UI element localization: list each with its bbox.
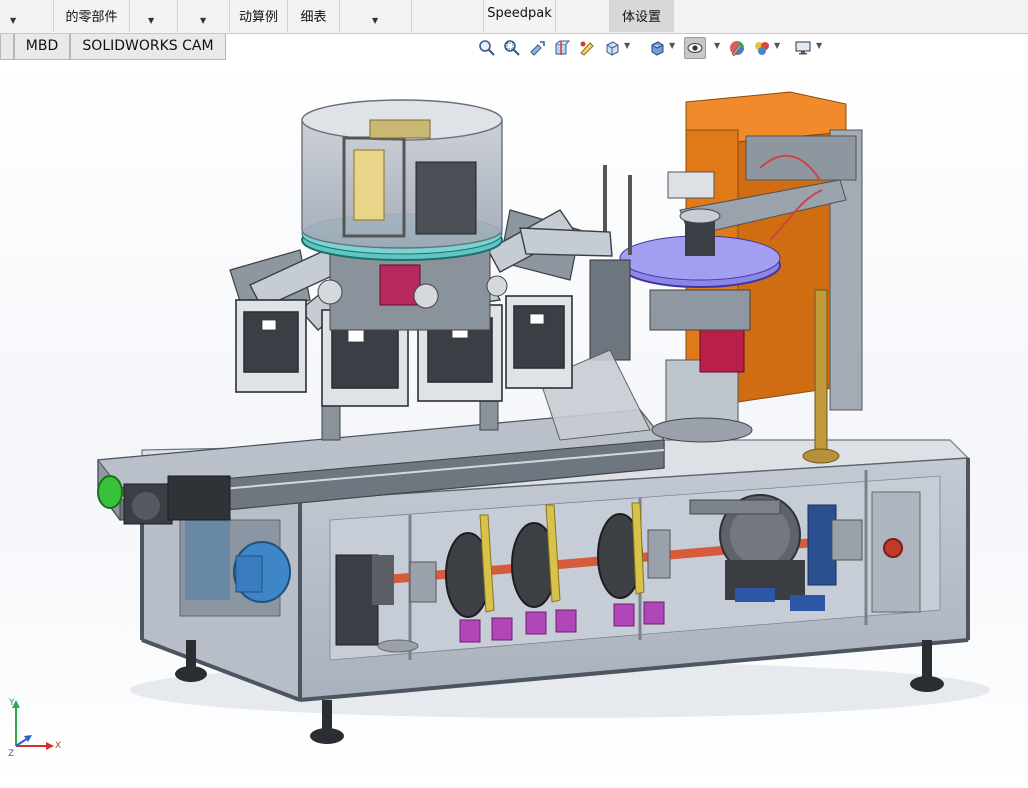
triad-y-label: Y [8, 698, 15, 708]
emergency-stop-button[interactable] [883, 538, 903, 558]
tab-label: MBD [25, 38, 59, 54]
ribbon-button-11[interactable]: 体设置 [610, 0, 674, 32]
ribbon-button-4[interactable]: ▼ [178, 0, 230, 32]
section-view-icon[interactable] [551, 37, 573, 59]
ribbon-button-3[interactable]: ▼ [130, 0, 178, 32]
ribbon-button-6[interactable]: 细表 [288, 0, 340, 32]
dynamic-annotation-view-icon[interactable] [576, 37, 598, 59]
command-manager-ribbon: ▼ 的零部件 ▼ ▼ 动算例 细表 ▼ Speedpak 体设置 [0, 0, 1028, 34]
ribbon-button-label: Speedpak [487, 6, 552, 21]
ribbon-dropdown-arrow[interactable]: ▼ [372, 16, 378, 25]
gearbox [335, 554, 379, 646]
tab-mbd[interactable]: MBD [14, 34, 70, 60]
view-orientation-icon[interactable] [601, 37, 623, 59]
tab-previous[interactable] [0, 34, 14, 60]
ribbon-button-1[interactable]: ▼ [0, 0, 54, 32]
triad-x-label: X [55, 741, 61, 751]
ribbon-dropdown-arrow[interactable]: ▼ [200, 16, 206, 25]
ribbon-button-5[interactable]: 动算例 [230, 0, 288, 32]
view-orientation-dropdown[interactable]: ▼ [624, 41, 630, 50]
view-settings-dropdown[interactable]: ▼ [816, 41, 822, 50]
ribbon-button-10[interactable] [556, 0, 610, 32]
display-style-icon[interactable] [646, 37, 668, 59]
display-style-dropdown[interactable]: ▼ [669, 41, 675, 50]
ribbon-button-label: 的零部件 [65, 10, 118, 25]
edit-appearance-icon[interactable] [726, 37, 748, 59]
ribbon-button-7[interactable]: ▼ [340, 0, 412, 32]
green-roller [97, 475, 123, 509]
view-settings-icon[interactable] [792, 37, 814, 59]
apply-scene-icon[interactable] [751, 37, 773, 59]
ribbon-button-8[interactable] [412, 0, 484, 32]
zoom-to-fit-icon[interactable] [476, 37, 498, 59]
apply-scene-dropdown[interactable]: ▼ [774, 41, 780, 50]
ribbon-button-label: 动算例 [238, 10, 278, 25]
ribbon-button-label: 细表 [300, 10, 327, 25]
triad-z-label: Z [8, 749, 14, 758]
graphics-area[interactable] [0, 62, 1028, 788]
ribbon-dropdown-arrow[interactable]: ▼ [10, 16, 16, 25]
previous-view-icon[interactable] [526, 37, 548, 59]
hide-show-items-dropdown[interactable]: ▼ [714, 41, 720, 50]
ribbon-button-label: 体设置 [621, 10, 661, 25]
zoom-to-area-icon[interactable] [501, 37, 523, 59]
ribbon-button-2[interactable]: 的零部件 [54, 0, 130, 32]
reference-triad: X Y Z [8, 698, 61, 758]
tab-label: SOLIDWORKS CAM [82, 38, 214, 54]
ribbon-dropdown-arrow[interactable]: ▼ [148, 16, 154, 25]
hide-show-items-icon[interactable] [684, 37, 706, 59]
tab-solidworks-cam[interactable]: SOLIDWORKS CAM [70, 34, 226, 60]
ribbon-button-9[interactable]: Speedpak [484, 0, 556, 32]
